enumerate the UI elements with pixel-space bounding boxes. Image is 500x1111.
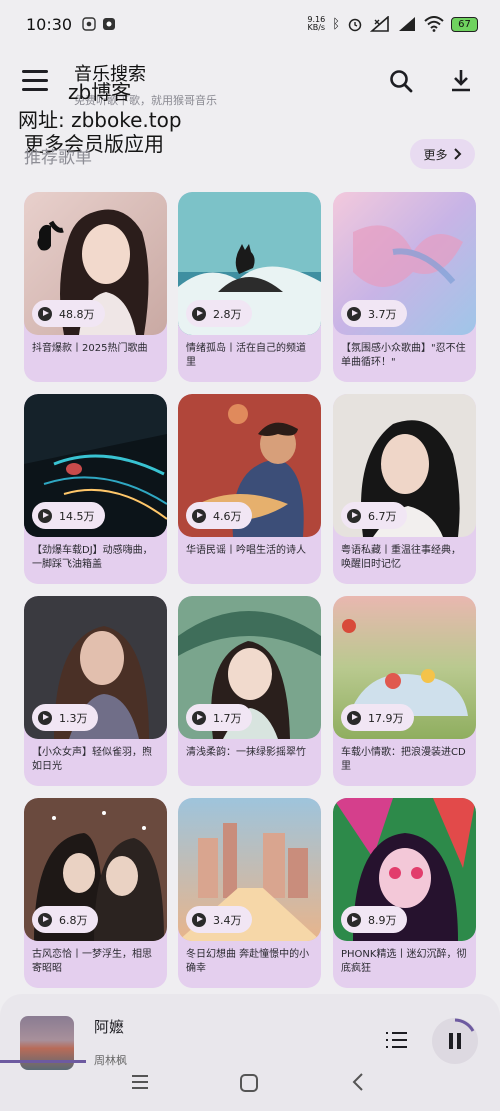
playlist-card[interactable]: 6.7万 粤语私藏丨重温往事经典，唤醒旧时记忆 (333, 394, 476, 584)
play-count: 3.4万 (186, 906, 252, 933)
play-count: 6.7万 (341, 502, 407, 529)
signal-icon-2 (399, 17, 415, 31)
play-count: 1.7万 (186, 704, 252, 731)
playlist-title: 【小众女声】轻似雀羽，煦如日光 (32, 747, 152, 772)
play-count: 2.8万 (186, 300, 252, 327)
play-icon (347, 306, 361, 321)
playlist-title: 【劲爆车载DJ】动感嗨曲，一脚踩飞油箱盖 (32, 545, 153, 570)
pause-icon (449, 1018, 475, 1049)
playlist-card[interactable]: 2.8万 情绪孤岛丨活在自己的频道里 (178, 192, 321, 382)
play-icon (38, 306, 52, 321)
now-playing-artist: 周林枫 (94, 1054, 127, 1067)
playlist-card[interactable]: 8.9万 PHONK精选丨迷幻沉醉，彻底疯狂 (333, 798, 476, 988)
playlist-card[interactable]: 48.8万 抖音爆款丨2025热门歌曲 (24, 192, 167, 382)
clock: 10:30 (26, 14, 73, 34)
wifi-icon (424, 16, 444, 32)
play-icon (38, 508, 52, 523)
playlist-title: 古风恋恰丨一梦浮生，相思寄昭昭 (32, 949, 152, 974)
playlist-card[interactable]: 1.3万 【小众女声】轻似雀羽，煦如日光 (24, 596, 167, 786)
signal-icon (370, 16, 389, 32)
play-icon (192, 710, 206, 725)
playlist-title: 情绪孤岛丨活在自己的频道里 (186, 343, 306, 368)
battery-icon: 67 (451, 16, 478, 32)
playlist-title: 车载小情歌：把浪漫装进CD里 (341, 747, 466, 772)
notification-app-icon (82, 17, 96, 31)
play-count: 4.6万 (186, 502, 252, 529)
more-label: 更多 (423, 147, 448, 162)
now-playing-title: 阿嬷 (94, 1018, 125, 1036)
playlist-title: 华语民谣丨吟唱生活的诗人 (186, 545, 306, 556)
download-icon[interactable] (448, 68, 474, 94)
net-speed: 9.16 KB/s (307, 15, 326, 32)
play-count: 1.3万 (32, 704, 98, 731)
status-bar: 10:30 9.16 KB/s ᛒ 67 (0, 0, 500, 48)
search-icon[interactable] (388, 68, 414, 94)
progress-indicator (0, 1060, 86, 1063)
play-icon (38, 912, 52, 927)
menu-nav-icon[interactable] (130, 1074, 150, 1090)
playlist-title: PHONK精选丨迷幻沉醉，彻底疯狂 (341, 949, 467, 974)
mini-player[interactable]: 阿嬷 周林枫 (0, 994, 500, 1111)
play-icon (347, 710, 361, 725)
playlist-title: 冬日幻想曲 奔赴憧憬中的小确幸 (186, 949, 310, 974)
playlist-title: 粤语私藏丨重温往事经典，唤醒旧时记忆 (341, 545, 461, 570)
play-count: 6.8万 (32, 906, 98, 933)
play-count: 48.8万 (32, 300, 105, 327)
playlist-card[interactable]: 3.4万 冬日幻想曲 奔赴憧憬中的小确幸 (178, 798, 321, 988)
playlist-card[interactable]: 6.8万 古风恋恰丨一梦浮生，相思寄昭昭 (24, 798, 167, 988)
section-title: 推荐歌单 (24, 148, 92, 168)
playlist-queue-icon[interactable] (384, 1030, 408, 1052)
playlist-title: 清浅柔韵：一抹绿影摇翠竹 (186, 747, 306, 758)
more-button[interactable]: 更多 (410, 139, 475, 169)
play-icon (347, 508, 361, 523)
chevron-right-icon (453, 148, 461, 160)
notification-app-icon-2 (103, 18, 116, 30)
back-nav-icon[interactable] (350, 1072, 366, 1092)
playlist-title: 【氛围感小众歌曲】"忍不住单曲循环！" (341, 343, 466, 368)
playlist-card[interactable]: 1.7万 清浅柔韵：一抹绿影摇翠竹 (178, 596, 321, 786)
playlist-card[interactable]: 3.7万 【氛围感小众歌曲】"忍不住单曲循环！" (333, 192, 476, 382)
playlist-card[interactable]: 14.5万 【劲爆车载DJ】动感嗨曲，一脚踩飞油箱盖 (24, 394, 167, 584)
watermark-line: zb博客 (68, 80, 132, 104)
playlist-card[interactable]: 4.6万 华语民谣丨吟唱生活的诗人 (178, 394, 321, 584)
menu-icon (22, 70, 48, 73)
play-icon (192, 508, 206, 523)
play-count: 14.5万 (32, 502, 105, 529)
play-icon (192, 306, 206, 321)
system-nav-bar (0, 1060, 500, 1111)
play-icon (347, 912, 361, 927)
play-icon (38, 710, 52, 725)
playlist-card[interactable]: 17.9万 车载小情歌：把浪漫装进CD里 (333, 596, 476, 786)
play-icon (192, 912, 206, 927)
play-count: 17.9万 (341, 704, 414, 731)
pause-button[interactable] (432, 1018, 478, 1064)
home-nav-icon[interactable] (239, 1073, 259, 1093)
play-count: 3.7万 (341, 300, 407, 327)
alarm-icon (348, 18, 362, 32)
playlist-title: 抖音爆款丨2025热门歌曲 (32, 343, 148, 354)
play-count: 8.9万 (341, 906, 407, 933)
menu-button[interactable] (22, 70, 48, 92)
bluetooth-icon: ᛒ (332, 16, 340, 32)
